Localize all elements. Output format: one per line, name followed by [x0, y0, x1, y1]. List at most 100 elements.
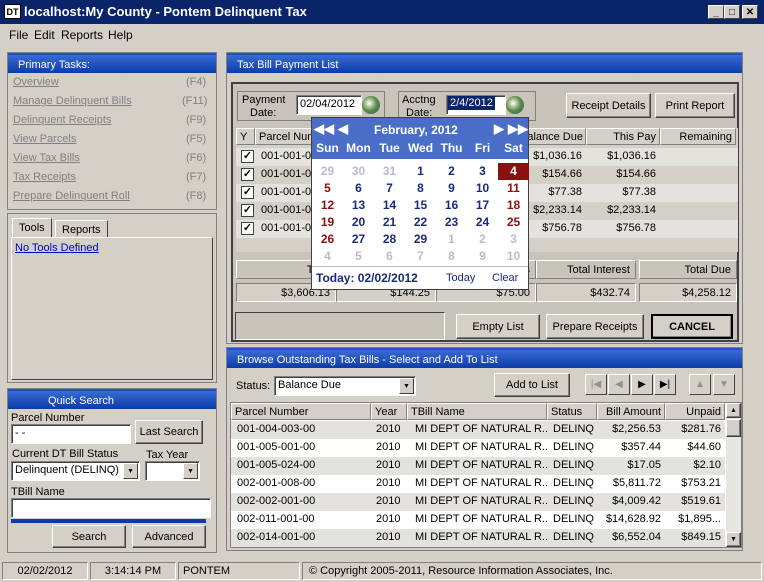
no-tools-link[interactable]: No Tools Defined: [15, 242, 99, 254]
browse-row[interactable]: 001-005-001-00 2010 MI DEPT OF NATURAL R…: [231, 439, 725, 457]
calendar-day[interactable]: 11: [498, 180, 529, 197]
col-bill-amount[interactable]: Bill Amount: [597, 403, 665, 420]
print-report-button[interactable]: Print Report: [655, 93, 735, 118]
calendar-day[interactable]: 17: [467, 197, 498, 214]
browse-row[interactable]: 002-002-001-00 2010 MI DEPT OF NATURAL R…: [231, 493, 725, 511]
task-tax-receipts[interactable]: Tax Receipts: [13, 171, 76, 183]
payment-row-this-pay[interactable]: $756.78: [586, 222, 656, 234]
checkbox-checked-icon[interactable]: ✓: [241, 168, 254, 181]
tab-reports[interactable]: Reports: [55, 220, 108, 238]
calendar-day[interactable]: 28: [374, 231, 405, 248]
calendar-day[interactable]: 10: [467, 180, 498, 197]
tab-tools[interactable]: Tools: [12, 218, 52, 238]
checkbox-checked-icon[interactable]: ✓: [241, 186, 254, 199]
calendar-day[interactable]: 2: [436, 163, 467, 180]
col-y[interactable]: Y: [236, 128, 255, 145]
prev-record-icon[interactable]: ◀: [608, 374, 630, 395]
calendar-day[interactable]: 8: [436, 248, 467, 265]
calendar-day[interactable]: 29: [312, 163, 343, 180]
browse-row[interactable]: 001-005-024-00 2010 MI DEPT OF NATURAL R…: [231, 457, 725, 475]
payment-row-this-pay[interactable]: $77.38: [586, 186, 656, 198]
calendar-day[interactable]: 27: [343, 231, 374, 248]
calendar-day[interactable]: 4: [312, 248, 343, 265]
calendar-clear-button[interactable]: Clear: [492, 272, 518, 284]
next-record-icon[interactable]: ▶: [631, 374, 653, 395]
calendar-day[interactable]: 5: [343, 248, 374, 265]
calendar-day[interactable]: 14: [374, 197, 405, 214]
calendar-day[interactable]: 9: [436, 180, 467, 197]
checkbox-checked-icon[interactable]: ✓: [241, 150, 254, 163]
acctng-date-input[interactable]: 2/4/2012: [446, 95, 506, 115]
move-up-icon[interactable]: ▲: [689, 374, 711, 395]
search-button[interactable]: Search: [52, 525, 126, 548]
minimize-button[interactable]: _: [708, 5, 724, 19]
prepare-receipts-button[interactable]: Prepare Receipts: [546, 314, 644, 339]
calendar-day[interactable]: 10: [498, 248, 529, 265]
receipt-details-button[interactable]: Receipt Details: [566, 93, 651, 118]
menu-help[interactable]: Help: [108, 28, 133, 42]
calendar-day[interactable]: 20: [343, 214, 374, 231]
calendar-day[interactable]: 18: [498, 197, 529, 214]
calendar-day[interactable]: 22: [405, 214, 436, 231]
menu-edit[interactable]: Edit: [34, 28, 55, 42]
close-button[interactable]: ✕: [742, 5, 758, 19]
browse-row[interactable]: 001-004-003-00 2010 MI DEPT OF NATURAL R…: [231, 421, 725, 439]
chevron-down-icon[interactable]: ▼: [183, 463, 198, 479]
menu-file[interactable]: File: [9, 28, 28, 42]
bill-status-select[interactable]: Delinquent (DELINQ) ▼: [11, 461, 140, 481]
checkbox-checked-icon[interactable]: ✓: [241, 204, 254, 217]
calendar-day[interactable]: 3: [498, 231, 529, 248]
payment-date-input[interactable]: 02/04/2012: [296, 95, 362, 115]
calendar-day[interactable]: 25: [498, 214, 529, 231]
calendar-day[interactable]: 26: [312, 231, 343, 248]
last-record-icon[interactable]: ▶|: [654, 374, 676, 395]
calendar-day[interactable]: 12: [312, 197, 343, 214]
first-record-icon[interactable]: |◀: [585, 374, 607, 395]
maximize-button[interactable]: □: [724, 5, 740, 19]
scroll-down-icon[interactable]: ▼: [726, 532, 741, 547]
calendar-day[interactable]: 6: [374, 248, 405, 265]
calendar-day[interactable]: 6: [343, 180, 374, 197]
calendar-day[interactable]: 7: [374, 180, 405, 197]
payment-row-this-pay[interactable]: $154.66: [586, 168, 656, 180]
browse-scrollbar[interactable]: ▲ ▼: [726, 403, 741, 547]
browse-row[interactable]: 002-001-008-00 2010 MI DEPT OF NATURAL R…: [231, 475, 725, 493]
col-unpaid[interactable]: Unpaid: [665, 403, 725, 420]
calendar-day[interactable]: 7: [405, 248, 436, 265]
calendar-picker-icon[interactable]: [506, 96, 524, 114]
calendar-day[interactable]: 19: [312, 214, 343, 231]
scroll-thumb[interactable]: [726, 419, 741, 437]
calendar-day[interactable]: 1: [405, 163, 436, 180]
task-manage-delinquent-bills[interactable]: Manage Delinquent Bills: [13, 95, 132, 107]
prev-year-icon[interactable]: ◀◀: [314, 121, 334, 137]
tax-year-select[interactable]: ▼: [145, 461, 200, 481]
menu-reports[interactable]: Reports: [61, 28, 103, 42]
calendar-day[interactable]: 1: [436, 231, 467, 248]
col-tbill-name[interactable]: TBill Name: [407, 403, 547, 420]
calendar-day[interactable]: 16: [436, 197, 467, 214]
col-year[interactable]: Year: [371, 403, 407, 420]
parcel-number-input[interactable]: - -: [11, 424, 131, 444]
calendar-picker-icon[interactable]: [362, 96, 380, 114]
calendar-day[interactable]: 8: [405, 180, 436, 197]
task-prepare-delinquent-roll[interactable]: Prepare Delinquent Roll: [13, 190, 130, 202]
calendar-day[interactable]: 9: [467, 248, 498, 265]
prev-month-icon[interactable]: ◀: [338, 121, 348, 137]
calendar-day[interactable]: 23: [436, 214, 467, 231]
calendar-day[interactable]: 4: [498, 163, 529, 180]
calendar-popup[interactable]: ◀◀ ◀ February, 2012 ▶ ▶▶ Sun Mon Tue Wed Thu…: [311, 117, 529, 290]
cancel-button[interactable]: CANCEL: [651, 314, 733, 339]
calendar-day[interactable]: 2: [467, 231, 498, 248]
calendar-today-button[interactable]: Today: [446, 272, 475, 284]
calendar-day[interactable]: 21: [374, 214, 405, 231]
scroll-up-icon[interactable]: ▲: [726, 403, 741, 418]
next-year-icon[interactable]: ▶▶: [508, 121, 528, 137]
calendar-day[interactable]: 29: [405, 231, 436, 248]
browse-row[interactable]: 002-011-001-00 2010 MI DEPT OF NATURAL R…: [231, 511, 725, 529]
task-delinquent-receipts[interactable]: Delinquent Receipts: [13, 114, 111, 126]
advanced-button[interactable]: Advanced: [132, 525, 206, 548]
calendar-day[interactable]: 30: [343, 163, 374, 180]
browse-row[interactable]: 002-014-001-00 2010 MI DEPT OF NATURAL R…: [231, 529, 725, 547]
calendar-day[interactable]: 15: [405, 197, 436, 214]
browse-status-select[interactable]: Balance Due ▼: [274, 376, 416, 396]
